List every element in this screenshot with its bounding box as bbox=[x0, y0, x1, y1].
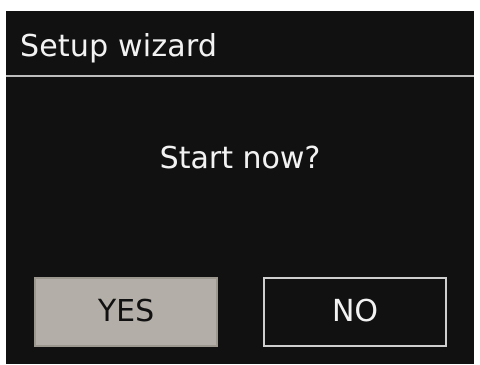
screen-title: Setup wizard bbox=[20, 29, 218, 64]
yes-button[interactable]: YES bbox=[34, 277, 218, 347]
title-divider bbox=[6, 75, 474, 77]
setup-prompt: Start now? bbox=[159, 141, 321, 176]
device-screen: Setup wizard Start now? YES NO bbox=[6, 11, 474, 364]
no-button[interactable]: NO bbox=[263, 277, 447, 347]
